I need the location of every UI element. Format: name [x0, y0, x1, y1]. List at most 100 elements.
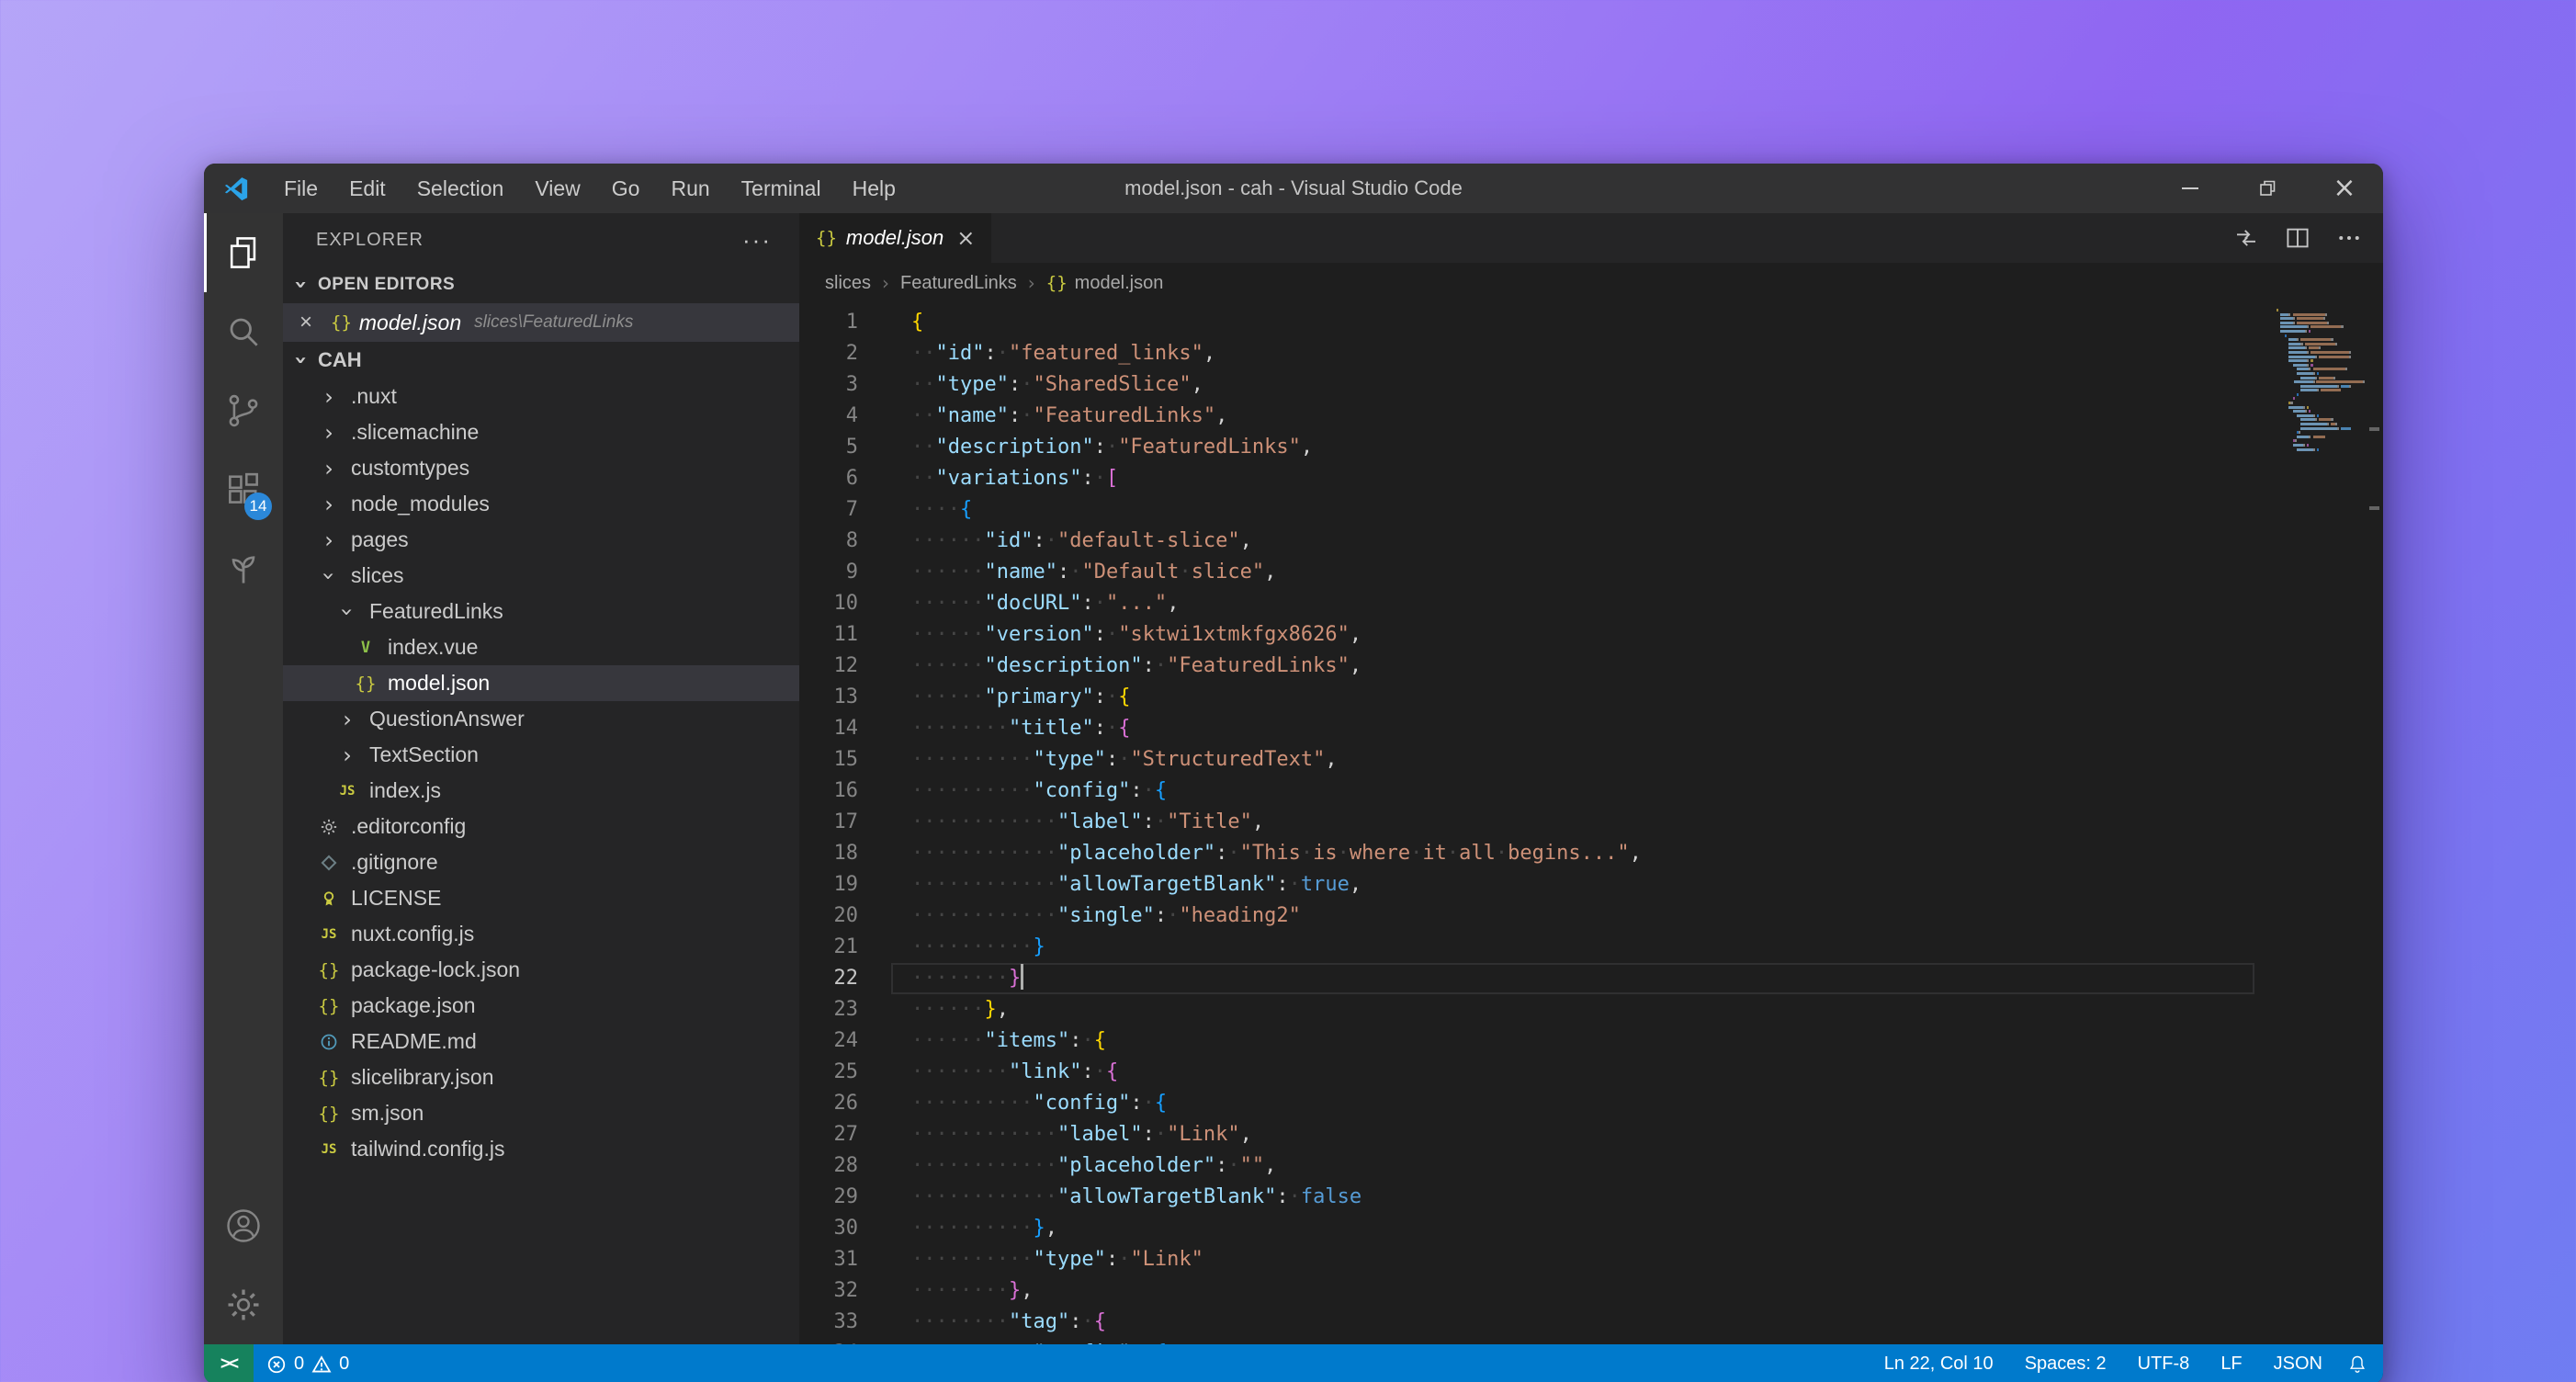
menu-run[interactable]: Run [655, 164, 725, 213]
tree-item-.nuxt[interactable]: › .nuxt [283, 379, 799, 414]
open-editors-section-header[interactable]: › OPEN EDITORS [283, 266, 799, 303]
menu-edit[interactable]: Edit [333, 164, 401, 213]
tree-item-questionanswer[interactable]: › QuestionAnswer [283, 701, 799, 737]
tree-item-nuxt.config.js[interactable]: JS nuxt.config.js [283, 916, 799, 952]
tree-item-node-modules[interactable]: › node_modules [283, 486, 799, 522]
line-content[interactable]: ··········"type":·"StructuredText", [891, 744, 2254, 776]
split-editor-icon[interactable] [2284, 224, 2311, 252]
line-content[interactable]: ······"description":·"FeaturedLinks", [891, 651, 2254, 682]
settings-button[interactable] [204, 1265, 283, 1344]
tree-item-slicelibrary.json[interactable]: {} slicelibrary.json [283, 1059, 799, 1095]
line-content[interactable]: ······"id":·"default-slice", [891, 526, 2254, 557]
tree-item-.slicemachine[interactable]: › .slicemachine [283, 414, 799, 450]
tree-item-readme.md[interactable]: README.md [283, 1024, 799, 1059]
line-content[interactable]: ········"tag":·{ [891, 1307, 2254, 1338]
line-content[interactable]: ··········"type":·"Link" [891, 1244, 2254, 1275]
status-eol[interactable]: LF [2220, 1354, 2242, 1375]
menu-view[interactable]: View [519, 164, 595, 213]
line-content[interactable]: ··········"config":·{ [891, 1338, 2254, 1344]
extensions-activity-button[interactable]: 14 [204, 450, 283, 529]
minimize-button[interactable] [2152, 164, 2229, 213]
whitespace-dots: ······ [911, 561, 985, 583]
line-content[interactable]: ··········"config":·{ [891, 1088, 2254, 1119]
line-content[interactable]: ······"name":·"Default·slice", [891, 557, 2254, 588]
tab-close-icon[interactable]: × [956, 225, 975, 251]
tree-item-index.js[interactable]: JS index.js [283, 773, 799, 809]
whitespace-dots: ·········· [911, 1092, 1034, 1115]
line-content[interactable]: ··"description":·"FeaturedLinks", [891, 432, 2254, 463]
plant-extension-activity-button[interactable] [204, 529, 283, 608]
line-content[interactable]: ··"id":·"featured_links", [891, 338, 2254, 369]
tree-item-index.vue[interactable]: Vindex.vue [283, 629, 799, 665]
tree-item-pages[interactable]: › pages [283, 522, 799, 558]
minimap[interactable] [2277, 309, 2366, 452]
problems-indicator[interactable]: 0 0 [254, 1344, 362, 1382]
tree-item-package-lock.json[interactable]: {} package-lock.json [283, 952, 799, 988]
whitespace-dots: · [1093, 1060, 1106, 1083]
menu-selection[interactable]: Selection [401, 164, 520, 213]
status-language-mode[interactable]: JSON [2274, 1354, 2322, 1375]
status-indentation[interactable]: Spaces: 2 [2025, 1354, 2107, 1375]
search-activity-button[interactable] [204, 292, 283, 371]
open-editor-item-model-json[interactable]: × {} model.json slices\FeaturedLinks [283, 303, 799, 342]
status-encoding[interactable]: UTF-8 [2138, 1354, 2190, 1375]
breadcrumb-item-slices[interactable]: slices [825, 273, 871, 294]
line-content[interactable]: ··········}, [891, 1213, 2254, 1244]
line-content[interactable]: ········"link":·{ [891, 1057, 2254, 1088]
restore-button[interactable] [2229, 164, 2306, 213]
tree-item-.gitignore[interactable]: .gitignore [283, 844, 799, 880]
menu-terminal[interactable]: Terminal [726, 164, 837, 213]
root-folder-header[interactable]: › CAH [283, 342, 799, 379]
breadcrumb-item-featuredlinks[interactable]: FeaturedLinks [900, 273, 1017, 294]
line-content[interactable]: ··········} [891, 932, 2254, 963]
line-content[interactable]: ············"placeholder":·"This·is·wher… [891, 838, 2254, 869]
tree-item-slices[interactable]: › slices [283, 558, 799, 594]
line-content[interactable]: ············"allowTargetBlank":·true, [891, 869, 2254, 901]
tree-item-model.json[interactable]: {} model.json [283, 665, 799, 701]
remote-indicator[interactable]: >< [204, 1344, 254, 1382]
account-button[interactable] [204, 1186, 283, 1265]
line-content[interactable]: ············"allowTargetBlank":·false [891, 1182, 2254, 1213]
line-content[interactable]: ······"primary":·{ [891, 682, 2254, 713]
line-content[interactable]: ······}, [891, 994, 2254, 1025]
line-content[interactable]: ··········"config":·{ [891, 776, 2254, 807]
line-content[interactable]: ············"single":·"heading2" [891, 901, 2254, 932]
tree-item-textsection[interactable]: › TextSection [283, 737, 799, 773]
line-content[interactable]: { [891, 307, 2254, 338]
line-content[interactable]: ··"type":·"SharedSlice", [891, 369, 2254, 401]
minimize-icon [2182, 187, 2198, 189]
line-content[interactable]: ············"label":·"Title", [891, 807, 2254, 838]
line-content[interactable]: ············"placeholder":·"", [891, 1150, 2254, 1182]
status-cursor-position[interactable]: Ln 22, Col 10 [1884, 1354, 1994, 1375]
tree-item-package.json[interactable]: {} package.json [283, 988, 799, 1024]
explorer-activity-button[interactable] [204, 213, 283, 292]
line-content[interactable]: ··"variations":·[ [891, 463, 2254, 494]
tree-item-license[interactable]: LICENSE [283, 880, 799, 916]
line-content[interactable]: ············"label":·"Link", [891, 1119, 2254, 1150]
line-content[interactable]: ······"version":·"sktwi1xtmkfgx8626", [891, 619, 2254, 651]
source-control-activity-button[interactable] [204, 371, 283, 450]
open-changes-icon[interactable] [2232, 224, 2260, 252]
breadcrumb-item-model.json[interactable]: {} model.json [1046, 273, 1164, 294]
close-editor-icon[interactable]: × [299, 310, 331, 335]
line-content[interactable]: ··"name":·"FeaturedLinks", [891, 401, 2254, 432]
more-actions-icon[interactable] [2335, 224, 2363, 252]
close-button[interactable]: × [2306, 164, 2383, 213]
line-content[interactable]: ······"items":·{ [891, 1025, 2254, 1057]
notifications-bell-button[interactable] [2332, 1354, 2383, 1376]
line-content[interactable]: ······"docURL":·"...", [891, 588, 2254, 619]
tree-item-customtypes[interactable]: › customtypes [283, 450, 799, 486]
menu-file[interactable]: File [268, 164, 333, 213]
line-content[interactable]: ····{ [891, 494, 2254, 526]
line-content[interactable]: ········}, [891, 1275, 2254, 1307]
tree-item-featuredlinks[interactable]: › FeaturedLinks [283, 594, 799, 629]
line-content[interactable]: ········} [891, 963, 2254, 994]
menu-help[interactable]: Help [837, 164, 911, 213]
tree-item-.editorconfig[interactable]: .editorconfig [283, 809, 799, 844]
tab-model-json[interactable]: {} model.json × [799, 213, 993, 263]
tree-item-tailwind.config.js[interactable]: JS tailwind.config.js [283, 1131, 799, 1167]
line-content[interactable]: ········"title":·{ [891, 713, 2254, 744]
tree-item-sm.json[interactable]: {} sm.json [283, 1095, 799, 1131]
menu-go[interactable]: Go [596, 164, 656, 213]
explorer-more-actions-icon[interactable]: ··· [742, 226, 772, 255]
